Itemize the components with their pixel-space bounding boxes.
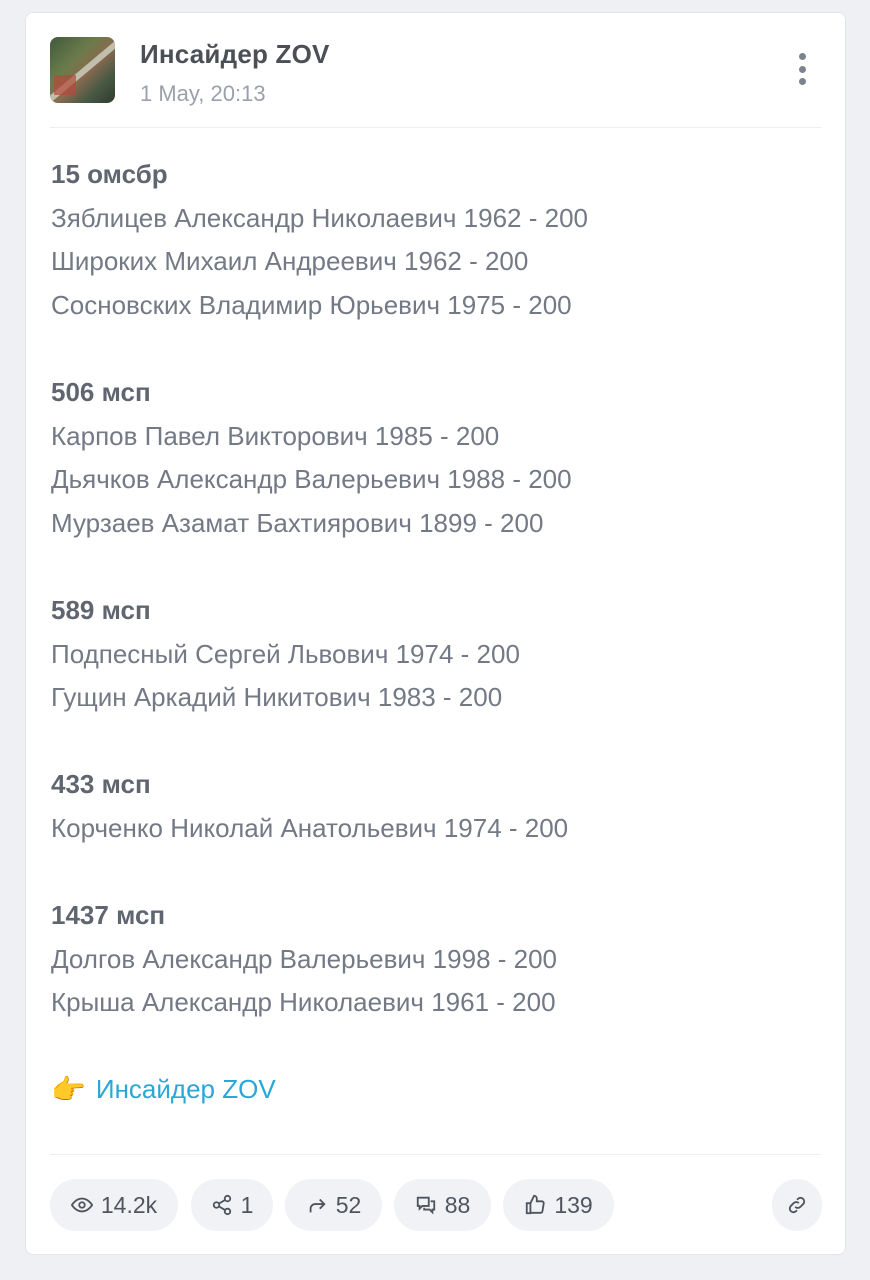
link-icon [786, 1194, 808, 1216]
share-nodes-icon [211, 1194, 233, 1216]
post-card: Инсайдер ZOV 1 May, 20:13 15 омсбр Зябли… [25, 12, 846, 1255]
unit-heading: 433 мсп [51, 769, 151, 800]
casualty-line: Карпов Павел Викторович 1985 - 200 [51, 420, 500, 451]
unit-section: 15 омсбр Зяблицев Александр Николаевич 1… [51, 153, 821, 327]
casualty-line: Гущин Аркадий Никитович 1983 - 200 [51, 682, 503, 713]
comments-count: 88 [444, 1191, 471, 1218]
forwards-count: 52 [335, 1191, 362, 1218]
unit-heading: 1437 мсп [51, 900, 166, 931]
unit-section: 1437 мсп Долгов Александр Валерьевич 199… [51, 894, 821, 1025]
casualty-line: Мурзаев Азамат Бахтиярович 1899 - 200 [51, 507, 544, 538]
unit-section: 506 мсп Карпов Павел Викторович 1985 - 2… [51, 371, 821, 545]
post-header: Инсайдер ZOV 1 May, 20:13 [50, 37, 821, 127]
footer-divider [50, 1154, 821, 1155]
shares-button[interactable]: 1 [191, 1179, 273, 1231]
channel-name[interactable]: Инсайдер ZOV [140, 39, 330, 70]
more-vertical-icon[interactable] [787, 49, 817, 89]
header-divider [50, 127, 821, 128]
comments-button[interactable]: 88 [394, 1179, 491, 1231]
likes-button[interactable]: 139 [503, 1179, 614, 1231]
casualty-line: Долгов Александр Валерьевич 1998 - 200 [51, 943, 558, 974]
post-stats-bar: 14.2k 1 52 88 139 [50, 1179, 822, 1231]
casualty-line: Сосновских Владимир Юрьевич 1975 - 200 [51, 289, 572, 320]
casualty-line: Зяблицев Александр Николаевич 1962 - 200 [51, 202, 588, 233]
unit-section: 433 мсп Корченко Николай Анатольевич 197… [51, 763, 821, 850]
unit-heading: 15 омсбр [51, 159, 168, 189]
casualty-line: Корченко Николай Анатольевич 1974 - 200 [51, 812, 569, 843]
casualty-line: Подпесный Сергей Львович 1974 - 200 [51, 638, 520, 669]
casualty-line: Дьячков Александр Валерьевич 1988 - 200 [51, 464, 572, 495]
unit-heading: 506 мсп [51, 376, 151, 407]
shares-count: 1 [240, 1191, 254, 1218]
views-count: 14.2k [100, 1191, 158, 1218]
views-stat: 14.2k [50, 1179, 178, 1231]
post-date: 1 May, 20:13 [140, 81, 266, 106]
casualty-line: Широких Михаил Андреевич 1962 - 200 [51, 246, 529, 277]
post-body: 15 омсбр Зяблицев Александр Николаевич 1… [51, 153, 821, 1112]
forward-arrow-icon [306, 1194, 328, 1216]
unit-section: 589 мсп Подпесный Сергей Львович 1974 - … [51, 589, 821, 720]
forwards-button[interactable]: 52 [285, 1179, 382, 1231]
casualty-line: Крыша Александр Николаевич 1961 - 200 [51, 987, 556, 1018]
unit-heading: 589 мсп [51, 594, 151, 625]
likes-count: 139 [554, 1191, 593, 1218]
thumbs-up-icon [524, 1194, 546, 1216]
copy-link-button[interactable] [772, 1179, 822, 1231]
channel-link[interactable]: Инсайдер ZOV [96, 1068, 276, 1112]
eye-icon [70, 1194, 93, 1216]
channel-avatar[interactable] [50, 37, 115, 103]
pointing-hand-icon: 👉 [51, 1074, 86, 1106]
signature: 👉 Инсайдер ZOV [51, 1068, 821, 1112]
comments-icon [415, 1194, 437, 1216]
